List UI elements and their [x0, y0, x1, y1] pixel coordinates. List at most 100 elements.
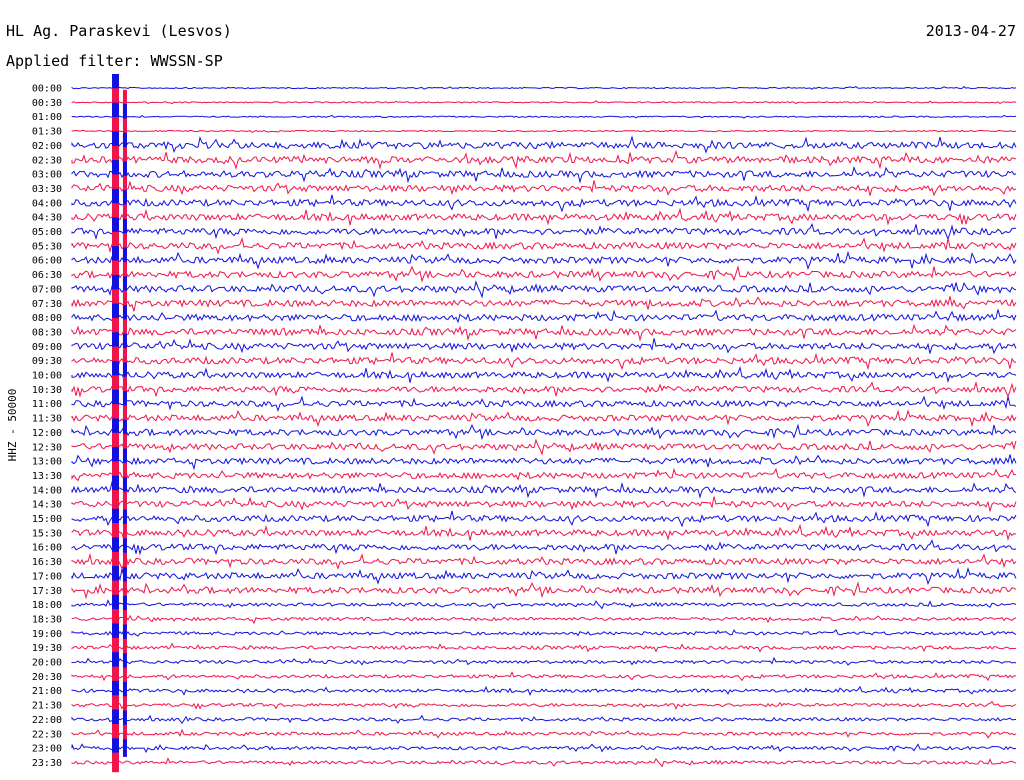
- trace-line: [71, 757, 1017, 768]
- trace-line: [71, 685, 1017, 696]
- trace-line: [71, 539, 1017, 556]
- trace-line: [71, 454, 1017, 471]
- time-tick-label: 09:00: [32, 342, 62, 353]
- trace-line: [71, 338, 1017, 355]
- time-tick-label: 04:30: [32, 213, 62, 224]
- time-tick-label: 14:00: [32, 485, 62, 496]
- trace-line: [71, 671, 1016, 682]
- trace-line: [71, 280, 1017, 299]
- trace-line: [71, 395, 1017, 413]
- trace-line: [71, 628, 1017, 637]
- time-tick-label: 15:00: [32, 514, 62, 525]
- trace-line: [71, 523, 1017, 541]
- trace-line: [71, 352, 1017, 371]
- seismogram-traces: [71, 85, 1017, 768]
- time-tick-labels: 00:00 00:30 01:00 01:30 02:00 02:30 03:00 03:30…: [32, 84, 62, 769]
- trace-line: [71, 114, 1017, 119]
- event-bursts: [112, 74, 127, 773]
- time-tick-label: 20:30: [32, 672, 62, 683]
- time-tick-label: 14:30: [32, 500, 62, 511]
- trace-line: [71, 614, 1017, 625]
- time-tick-label: 20:00: [32, 658, 62, 669]
- time-tick-label: 02:30: [32, 155, 62, 166]
- trace-line: [71, 599, 1017, 610]
- trace-line: [71, 700, 1017, 710]
- time-tick-label: 11:00: [32, 399, 62, 410]
- time-tick-label: 01:30: [32, 127, 62, 138]
- time-tick-label: 00:30: [32, 98, 62, 109]
- trace-line: [71, 552, 1017, 571]
- trace-line: [71, 566, 1017, 586]
- trace-line: [71, 135, 1017, 154]
- trace-line: [71, 380, 1017, 398]
- time-tick-label: 15:30: [32, 528, 62, 539]
- trace-line: [71, 409, 1017, 428]
- trace-line: [71, 149, 1017, 170]
- time-tick-label: 12:30: [32, 442, 62, 453]
- time-tick-label: 23:00: [32, 744, 62, 755]
- trace-line: [71, 656, 1017, 666]
- trace-line: [71, 207, 1017, 226]
- trace-line: [71, 467, 1017, 482]
- trace-line: [71, 250, 1017, 270]
- trace-line: [71, 510, 1017, 528]
- time-tick-label: 13:30: [32, 471, 62, 482]
- time-tick-label: 13:00: [32, 457, 62, 468]
- y-axis-label: HHZ - 50000: [6, 389, 19, 462]
- time-tick-label: 22:30: [32, 729, 62, 740]
- time-tick-label: 19:30: [32, 643, 62, 654]
- time-tick-label: 17:30: [32, 586, 62, 597]
- trace-line: [71, 265, 1017, 283]
- time-tick-label: 00:00: [32, 84, 62, 95]
- trace-line: [71, 296, 1017, 312]
- trace-line: [71, 85, 1017, 90]
- time-tick-label: 12:00: [32, 428, 62, 439]
- time-tick-label: 04:00: [32, 198, 62, 209]
- time-tick-label: 08:30: [32, 327, 62, 338]
- trace-line: [71, 714, 1017, 725]
- trace-line: [71, 100, 1017, 105]
- trace-line: [71, 309, 1017, 324]
- time-tick-label: 11:30: [32, 414, 62, 425]
- date-label: 2013-04-27: [926, 22, 1016, 40]
- time-tick-label: 05:30: [32, 241, 62, 252]
- trace-line: [71, 496, 1017, 513]
- time-tick-label: 03:30: [32, 184, 62, 195]
- time-tick-label: 07:00: [32, 284, 62, 295]
- trace-line: [71, 743, 1017, 754]
- trace-line: [71, 166, 1017, 184]
- time-tick-label: 18:30: [32, 614, 62, 625]
- time-tick-label: 22:00: [32, 715, 62, 726]
- time-tick-label: 16:30: [32, 557, 62, 568]
- trace-line: [71, 480, 1017, 499]
- time-tick-label: 09:30: [32, 356, 62, 367]
- time-tick-label: 18:00: [32, 600, 62, 611]
- time-tick-label: 23:30: [32, 758, 62, 769]
- trace-line: [71, 438, 1017, 456]
- time-tick-label: 17:00: [32, 571, 62, 582]
- trace-line: [71, 129, 1017, 133]
- trace-line: [71, 423, 1017, 441]
- time-tick-label: 03:00: [32, 170, 62, 181]
- trace-line: [71, 236, 1017, 255]
- time-tick-label: 02:00: [32, 141, 62, 152]
- time-tick-label: 07:30: [32, 299, 62, 310]
- trace-line: [71, 194, 1017, 213]
- trace-line: [71, 365, 1017, 384]
- time-tick-label: 19:00: [32, 629, 62, 640]
- time-tick-label: 21:30: [32, 701, 62, 712]
- time-tick-label: 06:30: [32, 270, 62, 281]
- trace-line: [71, 222, 1016, 241]
- time-tick-label: 10:00: [32, 371, 62, 382]
- trace-line: [71, 728, 1017, 739]
- time-tick-label: 10:30: [32, 385, 62, 396]
- time-tick-label: 16:00: [32, 543, 62, 554]
- trace-line: [71, 581, 1017, 600]
- helicorder-plot: HL Ag. Paraskevi (Lesvos) Applied filter…: [6, 22, 1017, 773]
- time-tick-label: 05:00: [32, 227, 62, 238]
- trace-line: [71, 323, 1017, 342]
- time-tick-label: 08:00: [32, 313, 62, 324]
- filter-label: Applied filter: WWSSN-SP: [6, 52, 223, 70]
- time-tick-label: 21:00: [32, 686, 62, 697]
- trace-line: [71, 180, 1017, 197]
